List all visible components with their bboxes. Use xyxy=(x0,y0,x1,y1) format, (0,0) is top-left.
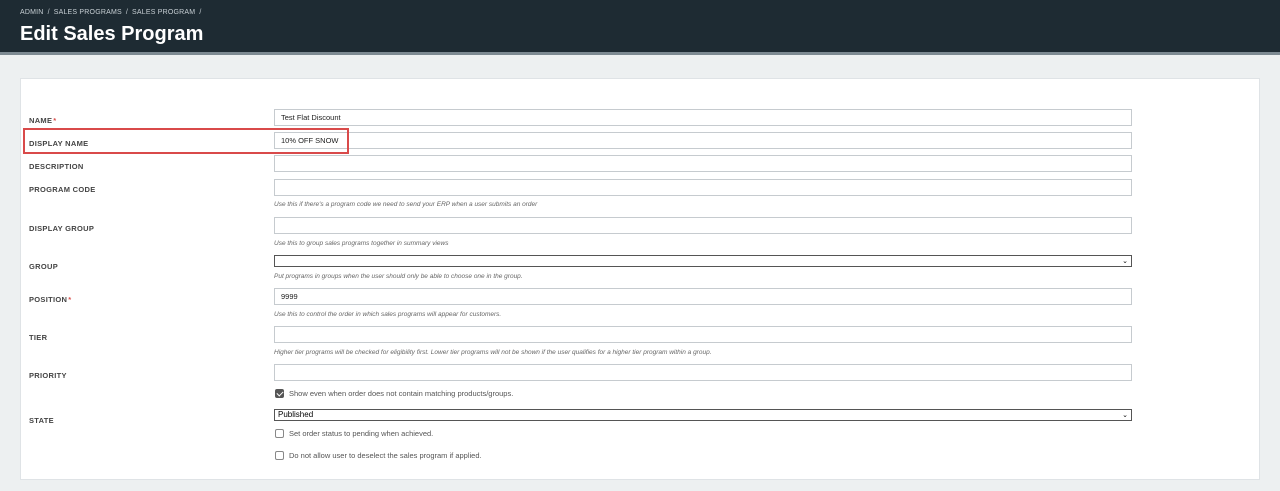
page-header: ADMIN / SALES PROGRAMS / SALES PROGRAM / Edit… xyxy=(0,0,1280,55)
no-deselect-label: Do not allow user to deselect the sales … xyxy=(289,451,482,460)
position-label: POSITION* xyxy=(29,295,72,304)
display-name-label: DISPLAY NAME xyxy=(29,139,89,148)
description-label: DESCRIPTION xyxy=(29,162,84,171)
chevron-down-icon: ⌄ xyxy=(1122,412,1128,419)
group-select[interactable]: ⌄ xyxy=(274,255,1132,267)
state-select[interactable]: Published ⌄ xyxy=(274,409,1132,421)
breadcrumb-item-admin[interactable]: ADMIN xyxy=(20,9,44,16)
position-help: Use this to control the order in which s… xyxy=(274,311,502,318)
display-group-input[interactable] xyxy=(274,217,1132,234)
priority-input[interactable] xyxy=(274,364,1132,381)
display-group-label: DISPLAY GROUP xyxy=(29,224,95,233)
no-deselect-row: Do not allow user to deselect the sales … xyxy=(275,451,482,460)
position-input[interactable]: 9999 xyxy=(274,288,1132,305)
show-even-checkbox[interactable] xyxy=(275,389,284,398)
display-name-input[interactable]: 10% OFF SNOW xyxy=(274,132,1132,149)
no-deselect-checkbox[interactable] xyxy=(275,451,284,460)
group-help: Put programs in groups when the user sho… xyxy=(274,273,523,280)
program-code-help: Use this if there's a program code we ne… xyxy=(274,201,538,208)
breadcrumb-item-sales-programs[interactable]: SALES PROGRAMS xyxy=(54,9,122,16)
show-even-row: Show even when order does not contain ma… xyxy=(275,389,513,398)
breadcrumb: ADMIN / SALES PROGRAMS / SALES PROGRAM / xyxy=(20,9,202,16)
state-label: STATE xyxy=(29,416,54,425)
display-group-help: Use this to group sales programs togethe… xyxy=(274,240,449,247)
set-pending-label: Set order status to pending when achieve… xyxy=(289,429,434,438)
edit-form-card: NAME* Test Flat Discount DISPLAY NAME 10… xyxy=(20,78,1260,480)
group-label: GROUP xyxy=(29,262,59,271)
show-even-label: Show even when order does not contain ma… xyxy=(289,389,514,398)
breadcrumb-item-sales-program[interactable]: SALES PROGRAM xyxy=(132,9,195,16)
set-pending-row: Set order status to pending when achieve… xyxy=(275,429,433,438)
set-pending-checkbox[interactable] xyxy=(275,429,284,438)
name-input[interactable]: Test Flat Discount xyxy=(274,109,1132,126)
tier-help: Higher tier programs will be checked for… xyxy=(274,349,712,356)
chevron-down-icon: ⌄ xyxy=(1122,258,1128,265)
state-select-value: Published xyxy=(278,410,314,419)
tier-input[interactable] xyxy=(274,326,1132,343)
program-code-label: PROGRAM CODE xyxy=(29,185,96,194)
description-input[interactable] xyxy=(274,155,1132,172)
page-title: Edit Sales Program xyxy=(20,23,204,45)
name-label: NAME* xyxy=(29,116,57,125)
program-code-input[interactable] xyxy=(274,179,1132,196)
tier-label: TIER xyxy=(29,333,48,342)
priority-label: PRIORITY xyxy=(29,371,67,380)
